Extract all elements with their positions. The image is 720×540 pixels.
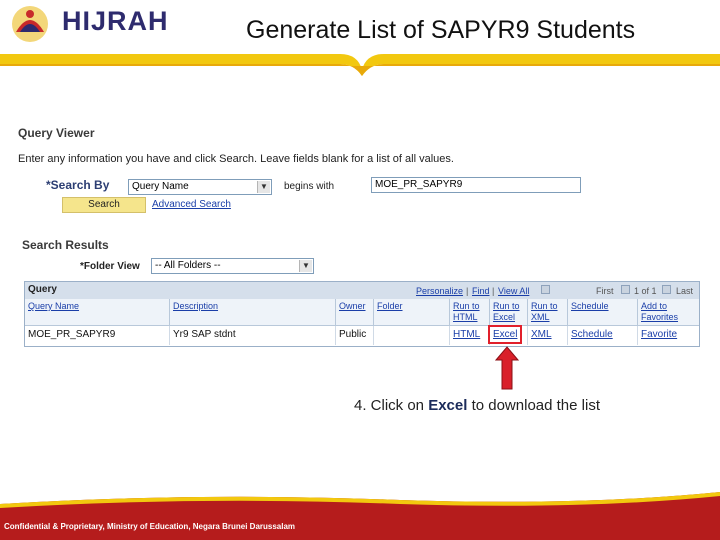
grid-toolbar: Query Personalize | Find | View All Firs… — [25, 282, 699, 300]
search-value-input[interactable]: MOE_PR_SAPYR9 — [371, 177, 581, 193]
cell-query-name: MOE_PR_SAPYR9 — [25, 326, 170, 345]
schedule-link[interactable]: Schedule — [568, 326, 638, 345]
operator-label: begins with — [284, 181, 335, 192]
col-header-run-xml[interactable]: Run to XML — [528, 299, 568, 326]
cell-description: Yr9 SAP stdnt — [170, 326, 336, 345]
search-by-select[interactable]: Query Name ▼ — [128, 179, 272, 195]
col-header-favorites[interactable]: Add to Favorites — [638, 299, 699, 326]
run-to-html-link[interactable]: HTML — [450, 326, 490, 345]
col-header-owner[interactable]: Owner — [336, 299, 374, 326]
search-by-value: Query Name — [132, 181, 189, 192]
last-label: Last — [676, 286, 694, 296]
callout-suffix: to download the list — [467, 397, 600, 414]
next-arrow-icon[interactable] — [662, 285, 671, 294]
col-header-query-name[interactable]: Query Name — [25, 299, 170, 326]
hijrah-logo: HIJRAH — [2, 2, 168, 46]
page-range: 1 of 1 — [634, 286, 657, 296]
footer-text: Confidential & Proprietary, Ministry of … — [4, 522, 296, 531]
favorite-link[interactable]: Favorite — [638, 326, 699, 345]
advanced-search-link[interactable]: Advanced Search — [152, 199, 231, 210]
footer-band — [0, 492, 720, 540]
search-by-label: *Search By — [46, 178, 110, 192]
find-link[interactable]: Find — [472, 286, 490, 296]
query-viewer-instruction: Enter any information you have and click… — [18, 153, 454, 165]
crest-icon — [12, 6, 48, 42]
col-header-schedule[interactable]: Schedule — [568, 299, 638, 326]
run-to-xml-link[interactable]: XML — [528, 326, 568, 345]
header-swoosh — [0, 54, 720, 76]
query-viewer-title: Query Viewer — [18, 126, 95, 140]
chevron-down-icon[interactable]: ▼ — [257, 181, 270, 193]
query-results-grid: Query Personalize | Find | View All Firs… — [24, 281, 700, 347]
arrow-up-icon — [495, 346, 519, 390]
col-header-run-excel[interactable]: Run to Excel — [490, 299, 528, 326]
nav-separator: | — [492, 286, 495, 296]
search-results-title: Search Results — [22, 238, 109, 252]
personalize-link[interactable]: Personalize — [416, 286, 463, 296]
prev-arrow-icon[interactable] — [621, 285, 630, 294]
cell-folder — [374, 326, 450, 345]
chevron-down-icon[interactable]: ▼ — [299, 260, 312, 272]
callout-prefix: 4. Click on — [354, 397, 429, 414]
first-label: First — [596, 286, 614, 296]
folder-view-value: -- All Folders -- — [155, 260, 221, 271]
col-header-run-html[interactable]: Run to HTML — [450, 299, 490, 326]
nav-separator: | — [466, 286, 469, 296]
instruction-callout: 4. Click on Excel to download the list — [354, 397, 600, 414]
cell-owner: Public — [336, 326, 374, 345]
folder-view-label: *Folder View — [80, 261, 140, 272]
excel-highlight-box — [488, 325, 522, 344]
slide-title: Generate List of SAPYR9 Students — [246, 16, 636, 44]
col-header-folder[interactable]: Folder — [374, 299, 450, 326]
search-button[interactable]: Search — [62, 197, 146, 213]
col-header-description[interactable]: Description — [170, 299, 336, 326]
folder-view-select[interactable]: -- All Folders -- ▼ — [151, 258, 314, 274]
grid-title: Query — [28, 284, 57, 295]
download-grid-icon[interactable] — [541, 285, 550, 294]
callout-highlight: Excel — [428, 397, 468, 414]
view-all-link[interactable]: View All — [498, 286, 529, 296]
logo-text: HIJRAH — [62, 6, 169, 36]
